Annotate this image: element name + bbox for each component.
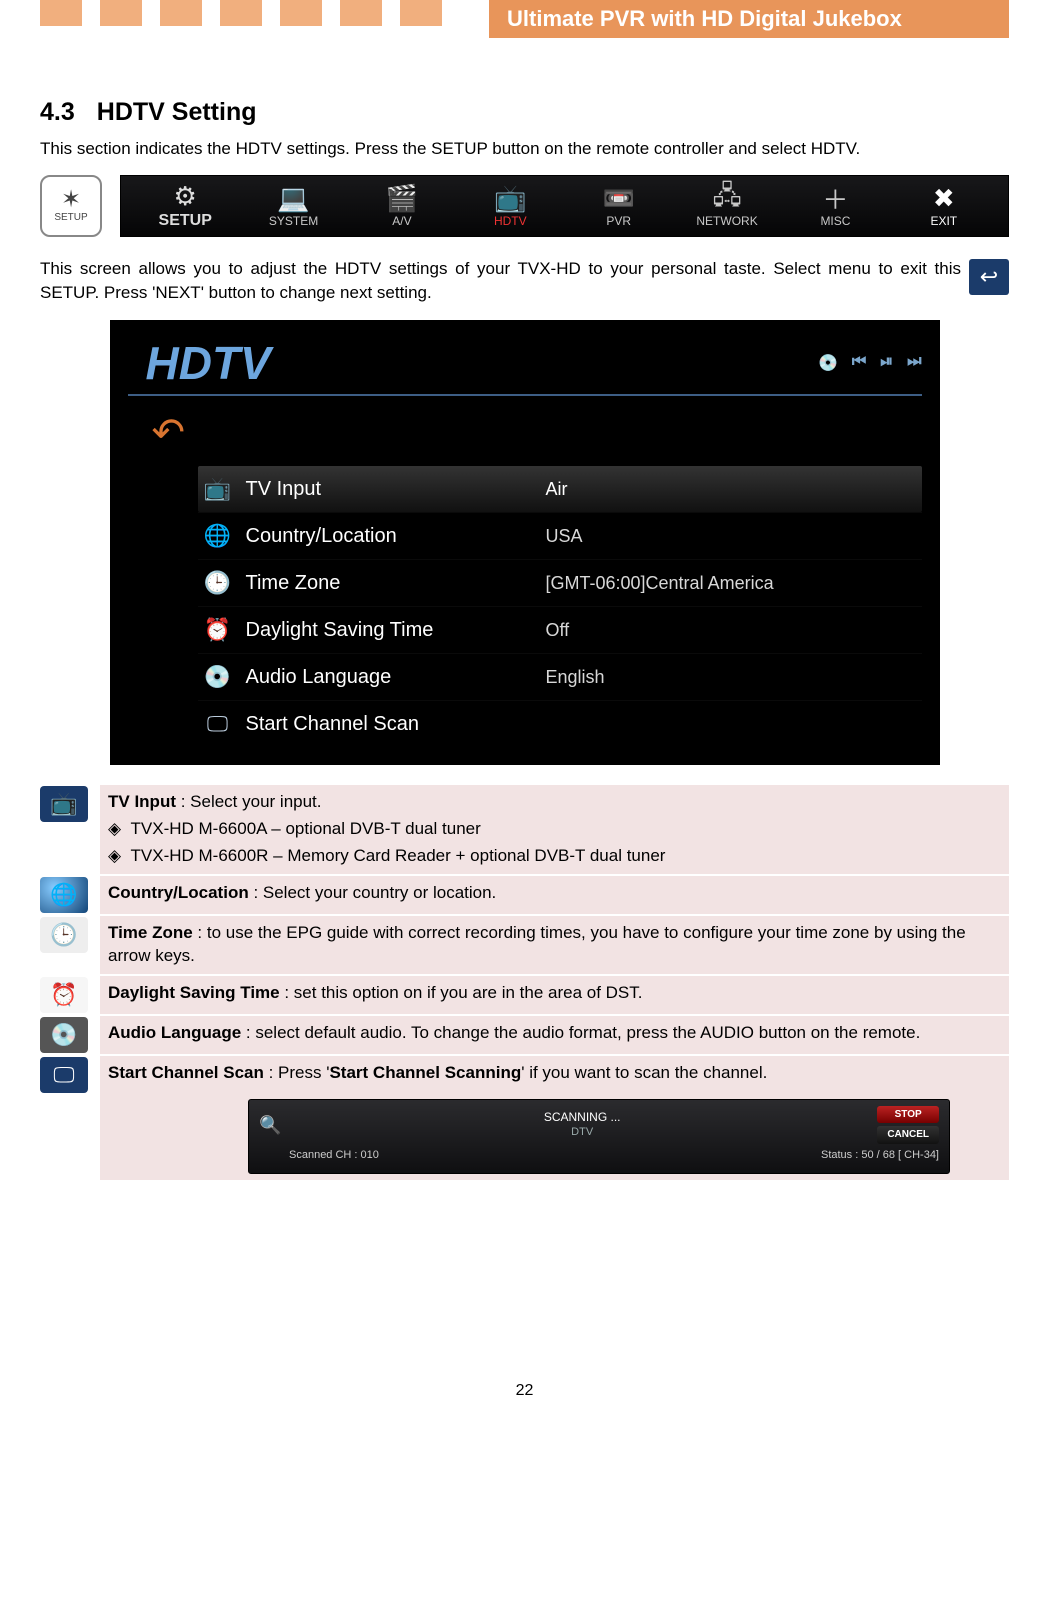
desc-text: Audio Language : select default audio. T… xyxy=(100,1015,1009,1055)
setup-toolbar-figure: ✶ SETUP ⚙SETUP💻SYSTEM🎬A/V📺HDTV📼PVR🖧NETWO… xyxy=(40,175,1009,237)
desc-text: Start Channel Scan : Press 'Start Channe… xyxy=(100,1055,1009,1181)
setup-icon: ⚙ xyxy=(174,182,197,212)
gear-icon: ✶ xyxy=(61,188,81,212)
scanned-label: Scanned CH : 010 xyxy=(289,1148,379,1163)
section-heading: 4.3HDTV Setting xyxy=(40,98,1009,127)
setting-value: USA xyxy=(546,526,583,547)
toolbar-item-pvr: 📼PVR xyxy=(565,184,673,228)
cancel-button: CANCEL xyxy=(877,1126,939,1144)
setting-value: Air xyxy=(546,479,568,500)
setting-value: English xyxy=(546,667,605,688)
header-swatch xyxy=(220,0,262,26)
media-control-icon: 💿 xyxy=(818,353,838,373)
desc-text: Daylight Saving Time : set this option o… xyxy=(100,975,1009,1015)
setting-row: ⏰ Daylight Saving TimeOff xyxy=(198,606,922,653)
stop-button: STOP xyxy=(877,1106,939,1124)
setting-label: Time Zone xyxy=(246,572,546,595)
setting-label: TV Input xyxy=(246,478,546,501)
back-arrow-icon: ↶ xyxy=(152,410,202,460)
setting-row: 🖵 Start Channel Scan xyxy=(198,700,922,747)
toolbar-item-misc: ＋MISC xyxy=(781,184,889,228)
page-header: Ultimate PVR with HD Digital Jukebox xyxy=(40,0,1009,38)
setting-row-icon: 🌐 xyxy=(198,523,238,549)
hdtv-settings-figure: HDTV 💿 ⏮ ⏯ ⏭ ↶ 📺 TV InputAir 🌐 Country/Locatio… xyxy=(110,320,940,765)
setting-row: 📺 TV InputAir xyxy=(198,466,922,512)
desc-icon: 📺 xyxy=(40,786,88,822)
header-swatch xyxy=(400,0,442,26)
setup-button-icon: ✶ SETUP xyxy=(40,175,102,237)
desc-text: TV Input : Select your input.◈ TVX-HD M-… xyxy=(100,784,1009,875)
channel-scan-figure: 🔍SCANNING ...DTVSTOP CANCEL Scanned CH : 0… xyxy=(248,1099,950,1174)
toolbar-item-system: 💻SYSTEM xyxy=(239,184,347,228)
desc-text: Country/Location : Select your country o… xyxy=(100,875,1009,915)
header-swatch xyxy=(280,0,322,26)
header-swatch xyxy=(340,0,382,26)
misc-icon: ＋ xyxy=(822,184,848,214)
exit-icon: ✖ xyxy=(933,184,955,214)
toolbar-item-setup: ⚙SETUP xyxy=(131,182,239,230)
setting-row-icon: 💿 xyxy=(198,664,238,690)
setting-row: 💿 Audio LanguageEnglish xyxy=(198,653,922,700)
scan-status: Status : 50 / 68 [ CH-34] xyxy=(821,1148,939,1163)
desc-icon: 🕒 xyxy=(40,917,88,953)
setting-row: 🌐 Country/LocationUSA xyxy=(198,512,922,559)
setting-label: Daylight Saving Time xyxy=(246,619,546,642)
setting-value: [GMT-06:00]Central America xyxy=(546,573,774,594)
setting-row-icon: 🖵 xyxy=(198,711,238,737)
media-control-icon: ⏭ xyxy=(907,353,921,373)
hdtv-icon: 📺 xyxy=(494,184,526,214)
setting-row: 🕒 Time Zone[GMT-06:00]Central America xyxy=(198,559,922,606)
setting-row-icon: 📺 xyxy=(198,476,238,502)
system-icon: 💻 xyxy=(277,184,309,214)
toolbar-item-a/v: 🎬A/V xyxy=(348,184,456,228)
setting-label: Country/Location xyxy=(246,525,546,548)
search-icon: 🔍 xyxy=(259,1113,287,1137)
header-swatch xyxy=(40,0,82,26)
toolbar-item-hdtv: 📺HDTV xyxy=(456,184,564,228)
section-intro: This section indicates the HDTV settings… xyxy=(40,137,1009,161)
setting-label: Start Channel Scan xyxy=(246,713,546,736)
header-swatch xyxy=(100,0,142,26)
back-icon: ↩ xyxy=(969,259,1009,295)
toolbar-item-exit: ✖EXIT xyxy=(890,184,998,228)
hdtv-panel-title: HDTV xyxy=(146,336,271,390)
media-control-icon: ⏮ xyxy=(852,353,866,373)
desc-icon: 💿 xyxy=(40,1017,88,1053)
pvr-icon: 📼 xyxy=(603,184,635,214)
desc-icon: 🖵 xyxy=(40,1057,88,1093)
desc-icon: 🌐 xyxy=(40,877,88,913)
media-control-icon: ⏯ xyxy=(880,353,893,373)
setting-row-icon: ⏰ xyxy=(198,617,238,643)
network-icon: 🖧 xyxy=(713,184,742,214)
header-swatch xyxy=(160,0,202,26)
desc-text: Time Zone : to use the EPG guide with co… xyxy=(100,915,1009,975)
a/v-icon: 🎬 xyxy=(386,184,418,214)
setting-label: Audio Language xyxy=(246,666,546,689)
setting-row-icon: 🕒 xyxy=(198,570,238,596)
settings-descriptions: 📺 TV Input : Select your input.◈ TVX-HD M… xyxy=(40,783,1009,1181)
scan-subtitle: DTV xyxy=(287,1125,877,1140)
setting-value: Off xyxy=(546,620,570,641)
doc-title: Ultimate PVR with HD Digital Jukebox xyxy=(489,0,1009,38)
toolbar-item-network: 🖧NETWORK xyxy=(673,184,781,228)
page-number: 22 xyxy=(40,1382,1009,1400)
desc-icon: ⏰ xyxy=(40,977,88,1013)
scan-title: SCANNING ... xyxy=(287,1109,877,1125)
paragraph: This screen allows you to adjust the HDT… xyxy=(40,257,961,306)
